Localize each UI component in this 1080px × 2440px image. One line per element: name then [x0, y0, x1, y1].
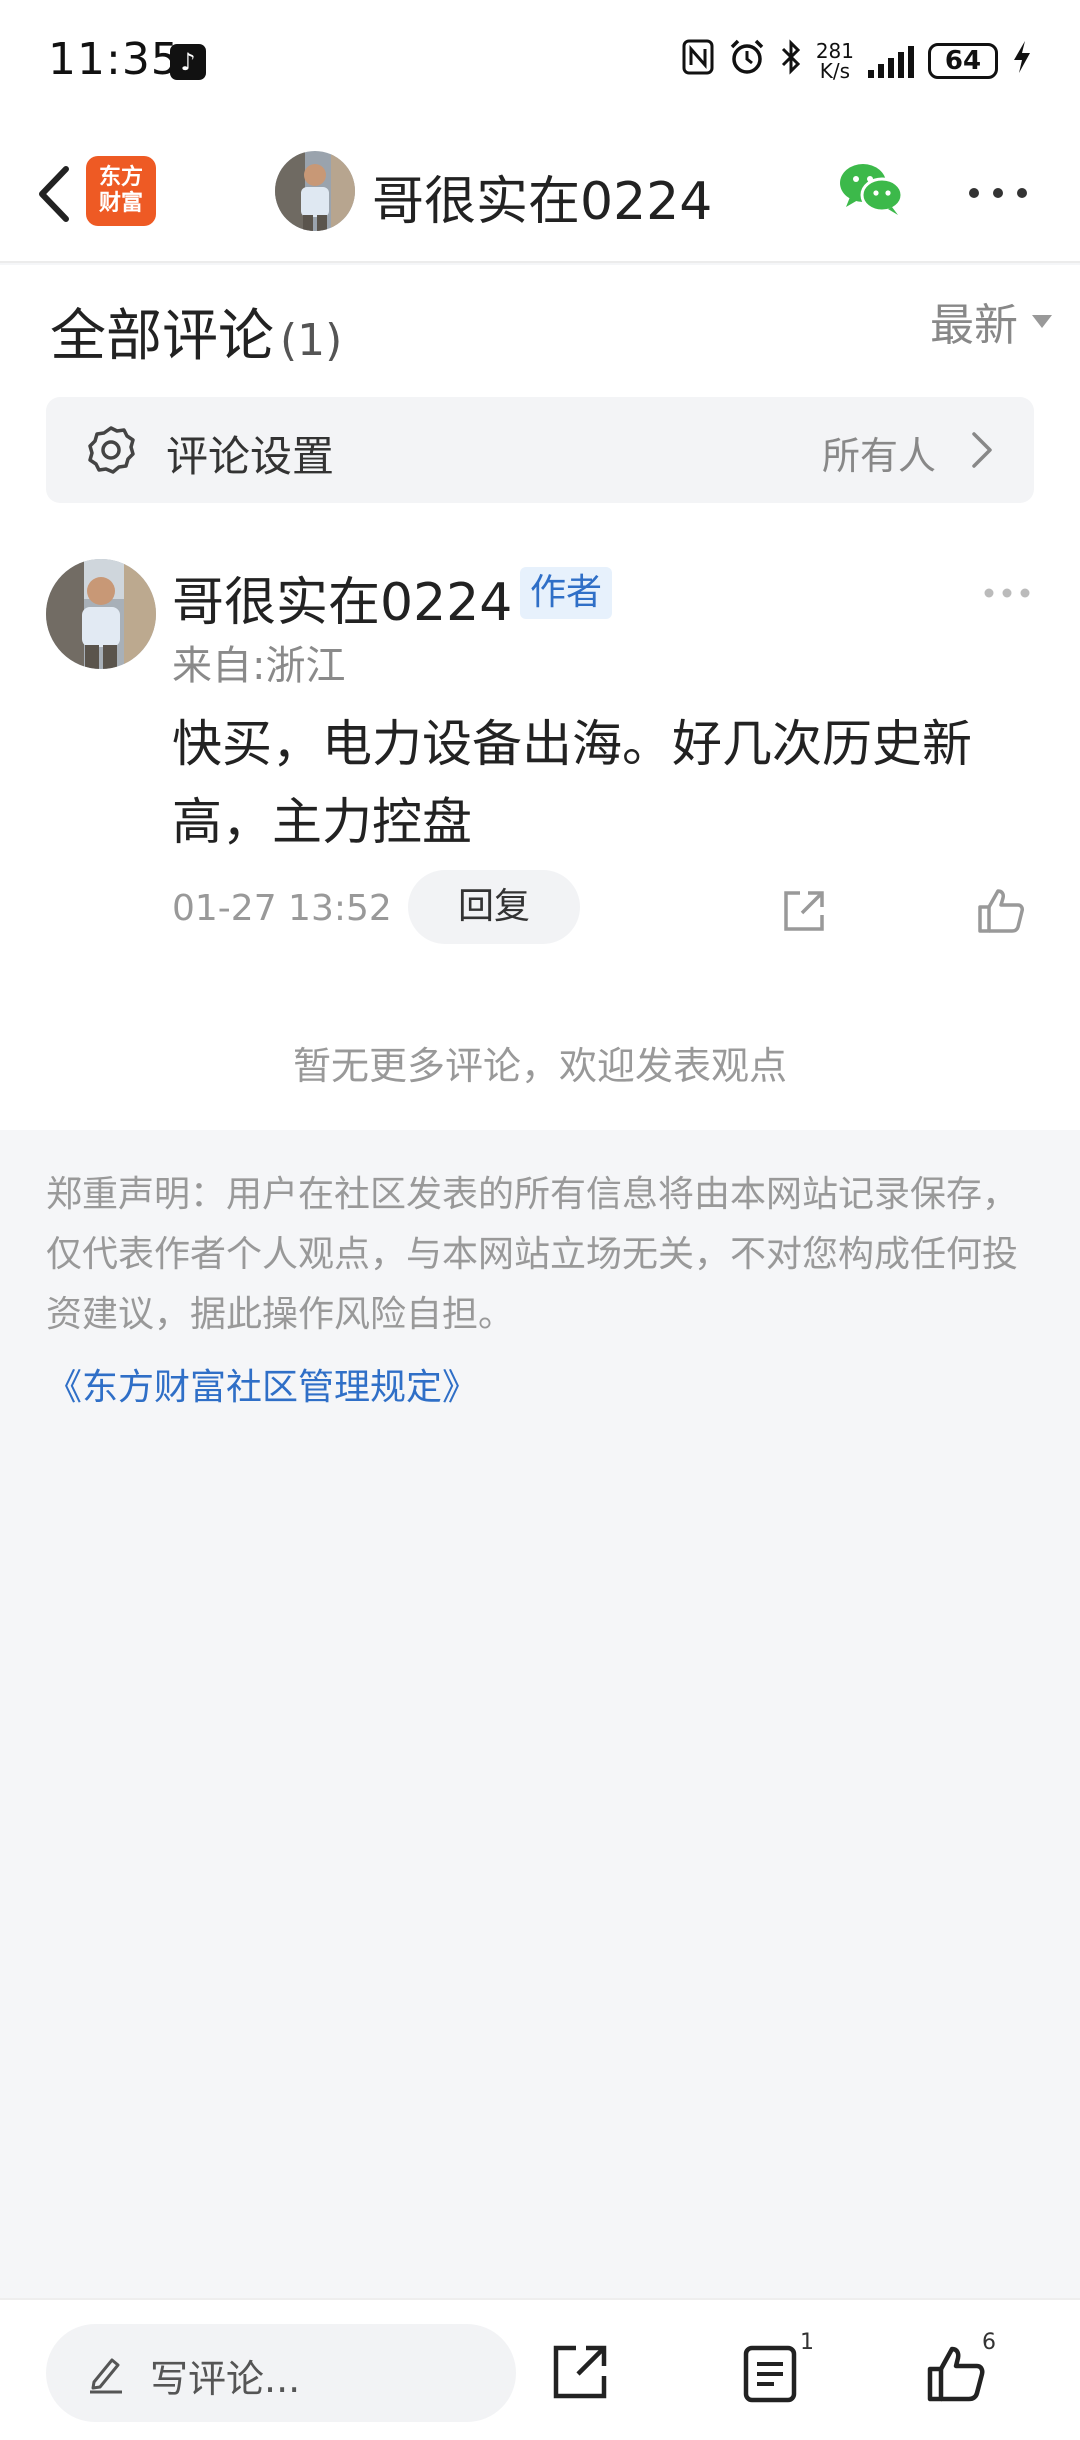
tiktok-icon: ♪: [170, 44, 206, 80]
more-dots-icon[interactable]: [966, 181, 1030, 205]
reply-button[interactable]: 回复: [408, 870, 580, 944]
gear-icon: [84, 423, 138, 477]
comment-settings-value: 所有人: [821, 434, 936, 478]
chevron-right-icon: [966, 429, 996, 471]
comment-count-badge: 1: [800, 2330, 814, 2355]
signal-icon: [868, 44, 914, 78]
status-icons: 281 K/s 64: [682, 36, 1032, 86]
bluetooth-icon: [780, 38, 802, 84]
comment-settings-row[interactable]: 评论设置 所有人: [46, 397, 1034, 503]
page: 11:35 ♪ 281 K/s 64 东方 财富 哥很实在0224 全部评论 (…: [0, 0, 1080, 2440]
community-rules-link[interactable]: 《东方财富社区管理规定》: [46, 1358, 478, 1410]
write-comment-input[interactable]: 写评论...: [46, 2324, 516, 2422]
header-avatar[interactable]: [275, 151, 355, 231]
disclaimer-text: 郑重声明：用户在社区发表的所有信息将由本网站记录保存，仅代表作者个人观点，与本网…: [46, 1174, 1019, 1335]
logo-line-1: 东方: [98, 165, 143, 190]
sort-dropdown[interactable]: 最新: [930, 289, 1052, 353]
network-speed-unit: K/s: [819, 59, 851, 83]
author-badge: 作者: [520, 567, 613, 619]
network-speed: 281 K/s: [816, 41, 854, 81]
commenter-avatar[interactable]: [46, 559, 156, 669]
like-count-badge: 6: [982, 2330, 996, 2355]
battery-icon: 64: [928, 43, 998, 79]
no-more-comments: 暂无更多评论，欢迎发表观点: [292, 1044, 787, 1088]
comment-settings-label: 评论设置: [166, 432, 335, 481]
comments-count: (1): [280, 315, 343, 366]
thumbs-up-icon[interactable]: [925, 2342, 987, 2404]
app-logo: 东方 财富: [86, 156, 156, 226]
thumbs-up-icon[interactable]: [976, 885, 1026, 935]
comment-list-icon[interactable]: [742, 2344, 798, 2404]
comment-more-icon[interactable]: [982, 585, 1032, 599]
wechat-icon[interactable]: [838, 161, 904, 217]
share-icon[interactable]: [550, 2342, 610, 2402]
logo-line-2: 财富: [98, 191, 143, 216]
alarm-icon: [728, 38, 766, 85]
write-comment-placeholder: 写评论...: [150, 2357, 301, 2401]
comments-section: 全部评论 (1) 最新 评论设置 所有人 哥很实在0224 作者 来自:浙江 快…: [0, 265, 1080, 1130]
share-icon[interactable]: [780, 887, 828, 935]
dropdown-triangle-icon: [1032, 314, 1052, 328]
comment-text: 快买，电力设备出海。好几次历史新高，主力控盘: [172, 715, 972, 851]
pencil-icon: [86, 2352, 126, 2394]
back-chevron-icon[interactable]: [26, 161, 86, 227]
bottom-bar: 写评论... 1 6: [0, 2298, 1080, 2440]
commenter-name[interactable]: 哥很实在0224: [172, 560, 512, 635]
status-time: 11:35: [48, 34, 180, 85]
sort-label: 最新: [930, 300, 1018, 351]
comment-location: 来自:浙江: [172, 643, 346, 689]
charging-icon: [1012, 40, 1032, 82]
comments-title: 全部评论 (1): [50, 291, 342, 372]
network-speed-value: 281: [815, 39, 854, 63]
status-bar: 11:35 ♪ 281 K/s 64: [0, 0, 1080, 125]
comment-time: 01-27 13:52: [172, 888, 392, 929]
app-header: 东方 财富 哥很实在0224: [0, 125, 1080, 263]
comments-title-label: 全部评论: [50, 304, 274, 369]
header-title: 哥很实在0224: [372, 172, 713, 232]
nfc-icon: [682, 39, 714, 84]
